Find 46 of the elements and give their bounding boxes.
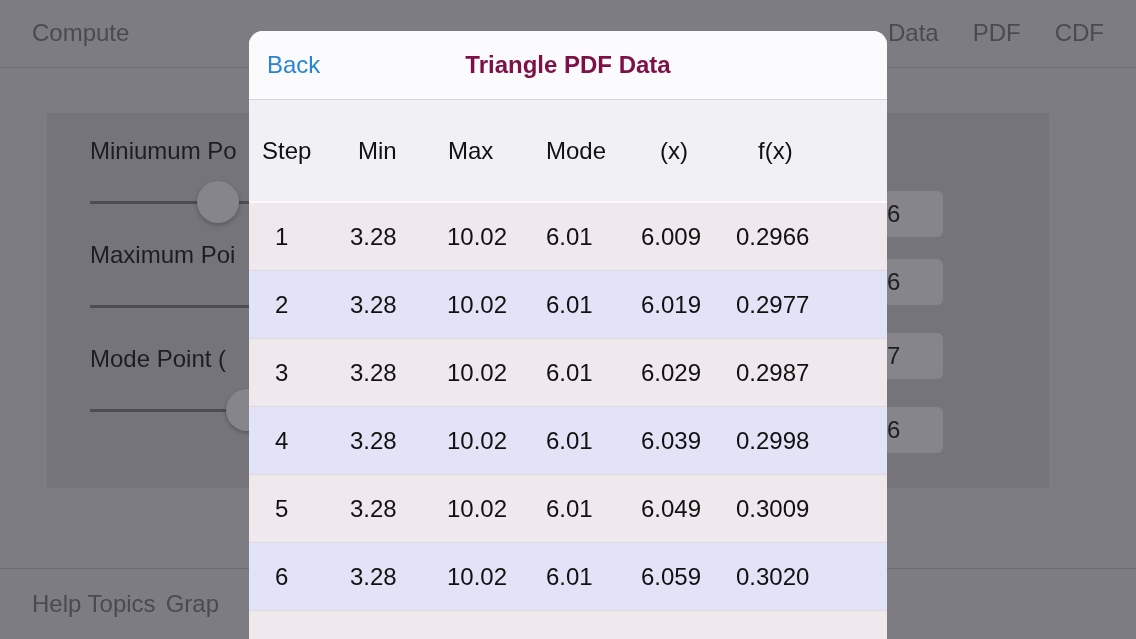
- table-cell-text: 6.009: [641, 222, 703, 251]
- table-cell-text: 6: [275, 562, 290, 591]
- table-cell-text: 0.3020: [736, 562, 811, 591]
- table-cell-text: 3.28: [350, 562, 398, 591]
- table-cell-text: 10.02: [447, 494, 509, 523]
- table-cell-text: 3.28: [350, 358, 398, 387]
- table-cell-text: 3.28: [350, 426, 398, 455]
- sheet-title: Triangle PDF Data: [465, 51, 671, 79]
- table-cell-text: 10.02: [447, 562, 509, 591]
- table-cell-text: 3.28: [350, 222, 398, 251]
- column-header: Max: [448, 136, 495, 165]
- column-header: Mode: [546, 136, 608, 165]
- table-cell-text: 6.049: [641, 494, 703, 523]
- parameter-label: Miniumum Po: [90, 136, 237, 166]
- table-cell-text: 0.2987: [736, 358, 811, 387]
- column-header: Step: [262, 136, 313, 165]
- table-cell-text: 6.019: [641, 290, 703, 319]
- table-cell-text: 5: [275, 494, 290, 523]
- table-cell-text: 6.01: [546, 494, 594, 523]
- table-cell-text: 6.039: [641, 426, 703, 455]
- table-cell-text: 0.2966: [736, 222, 811, 251]
- parameter-label: Mode Point (: [90, 344, 227, 374]
- table-cell-text: 3.28: [350, 290, 398, 319]
- table-cell-text: 1: [275, 222, 290, 251]
- table-cell-text: 6.01: [546, 290, 594, 319]
- column-header: (x): [660, 136, 689, 165]
- table-cell-text: 2: [275, 290, 290, 319]
- table-cell-text: 10.02: [447, 222, 509, 251]
- table-cell-text: 6.029: [641, 358, 703, 387]
- table-cell-text: 6.01: [546, 222, 594, 251]
- table-cell-text: 3: [275, 358, 290, 387]
- table-cell-text: 10.02: [447, 290, 509, 319]
- table-cell-text: 3.28: [350, 494, 398, 523]
- table-cell-text: 6.01: [546, 426, 594, 455]
- table-cell-text: 6.01: [546, 358, 594, 387]
- table-cell-text: 6.01: [546, 562, 594, 591]
- parameter-label: Maximum Poi: [90, 240, 236, 270]
- column-header: f(x): [758, 136, 794, 165]
- table-cell-text: 4: [275, 426, 290, 455]
- table-cell-text: 0.3009: [736, 494, 811, 523]
- table-cell-text: 10.02: [447, 358, 509, 387]
- table-cell-text: 10.02: [447, 426, 509, 455]
- column-header: Min: [358, 136, 398, 165]
- table-cell-text: 0.2998: [736, 426, 811, 455]
- table-cell-text: 0.2977: [736, 290, 811, 319]
- table-cell-text: 6.059: [641, 562, 703, 591]
